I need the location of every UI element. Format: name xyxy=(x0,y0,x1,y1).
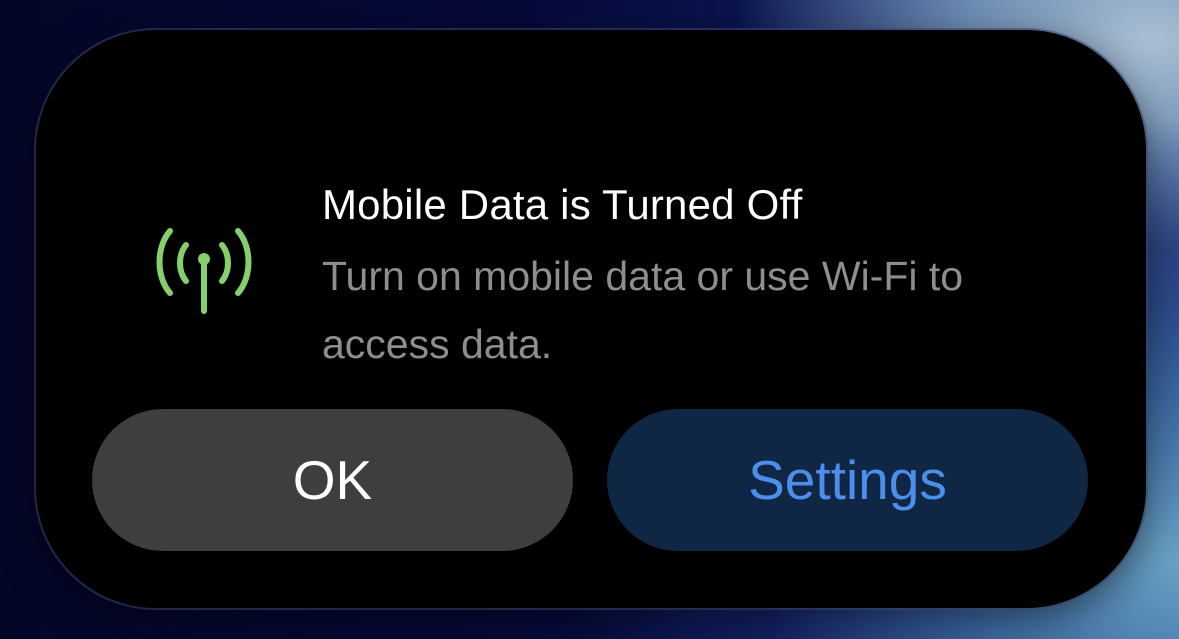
settings-button[interactable]: Settings xyxy=(607,409,1088,551)
ok-button[interactable]: OK xyxy=(92,409,573,551)
alert-title: Mobile Data is Turned Off xyxy=(322,181,803,228)
alert-message: Turn on mobile data or use Wi-Fi to acce… xyxy=(322,253,964,367)
antenna-radiowaves-icon xyxy=(154,225,254,317)
